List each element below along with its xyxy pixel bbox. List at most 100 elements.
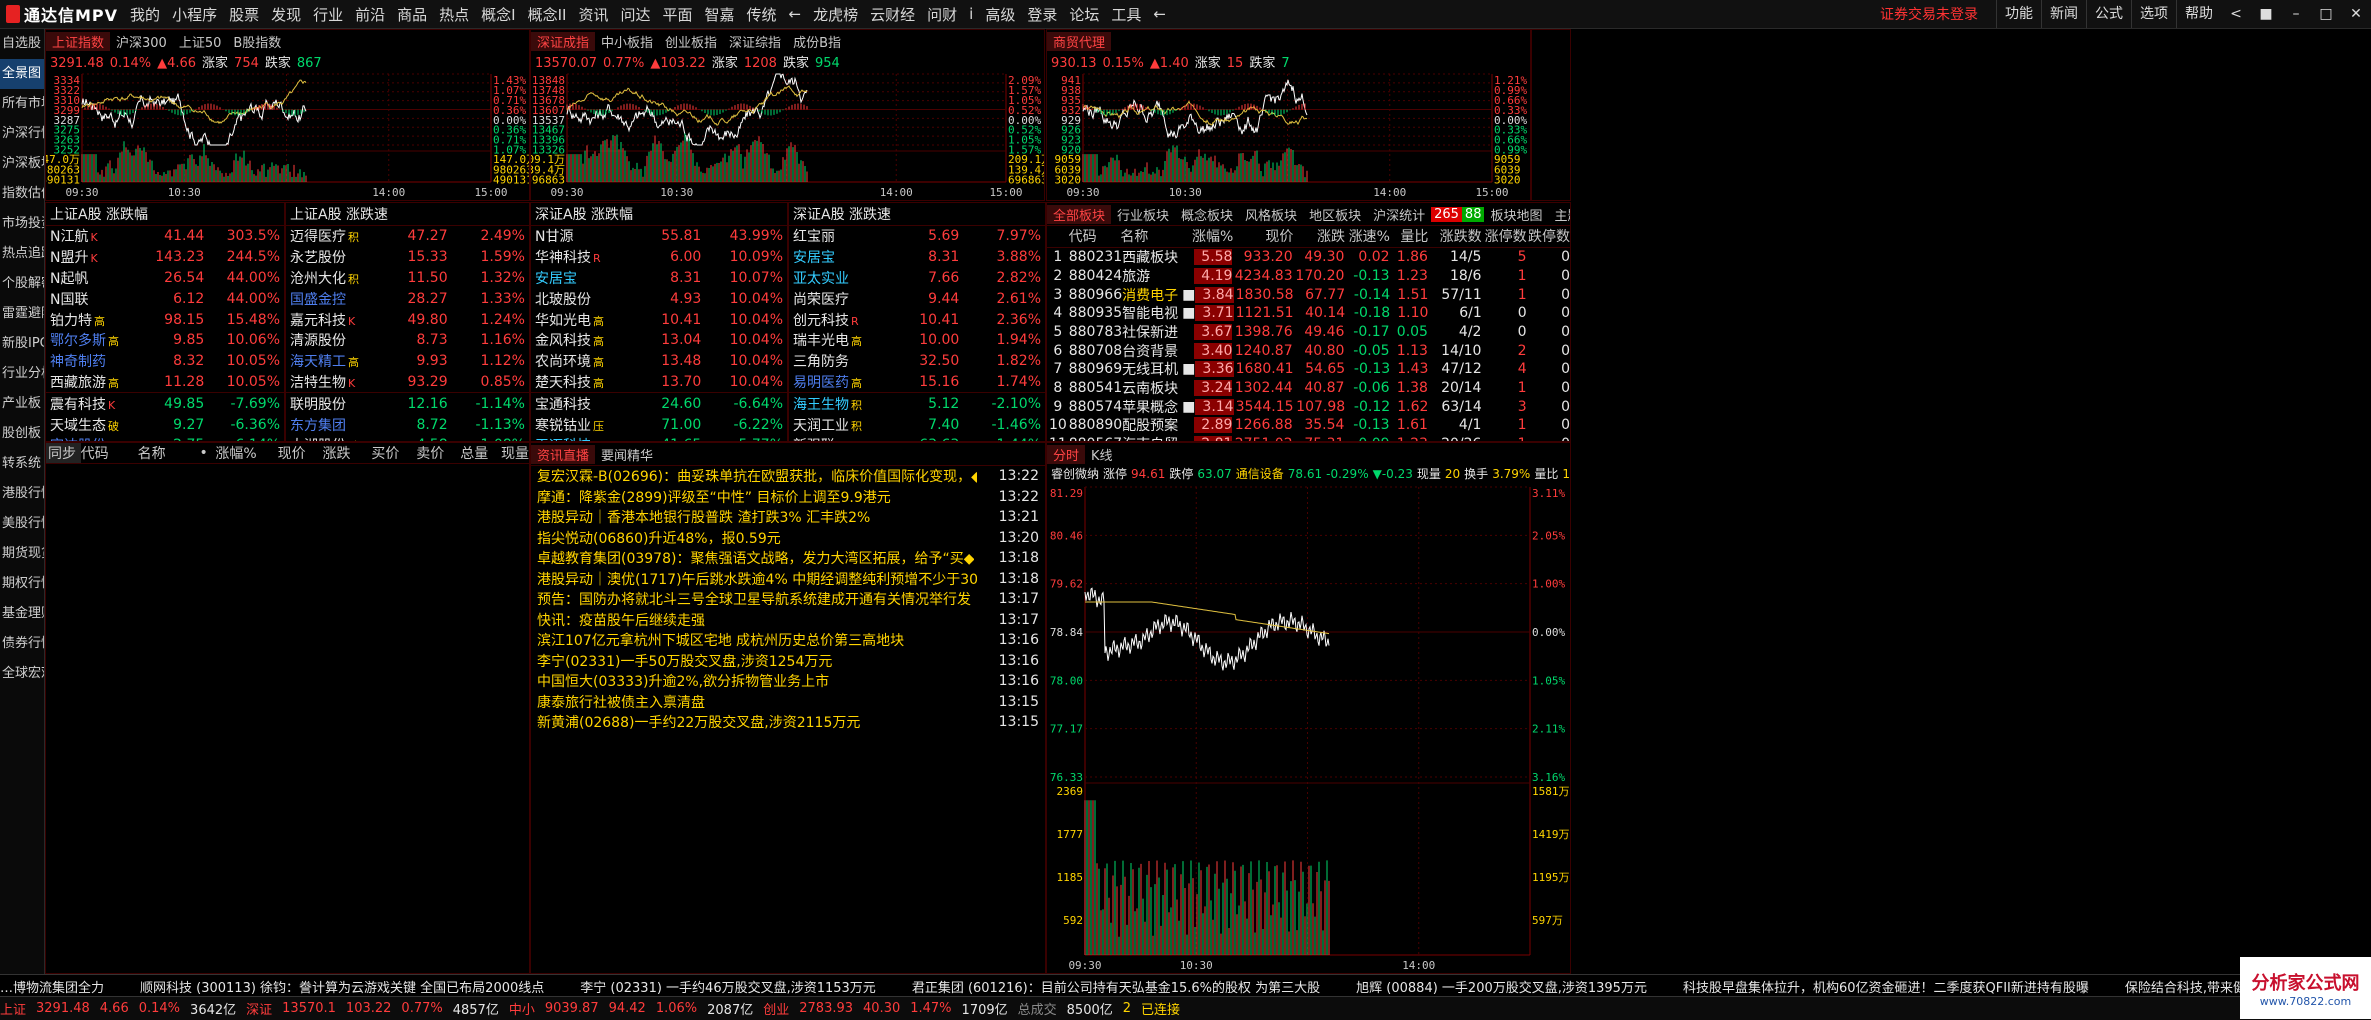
ticker-item[interactable]: 君正集团 (601216)：目前公司持有天弘基金15.6%的股权 为第三大股 [912, 977, 1320, 996]
menu-item-12[interactable]: 平面 [657, 4, 699, 25]
menu-item-16[interactable]: 龙虎榜 [807, 4, 864, 25]
chart-tab-2[interactable]: 上证50 [173, 32, 228, 51]
top-button-3[interactable]: 选项 [2131, 0, 2176, 28]
nav-item-14[interactable]: 转系统 [0, 449, 44, 479]
table-row[interactable]: 11880567海南自贸2.812751.0275.31-0.091.2320/… [1047, 435, 1570, 441]
watch-column-header[interactable]: 涨幅% [208, 443, 256, 463]
nav-item-16[interactable]: 美股行情 [0, 509, 44, 539]
sector-tab-5[interactable]: 沪深统计 [1367, 205, 1431, 224]
watch-column-header[interactable]: 名称 [138, 443, 184, 463]
chart-panel-sh[interactable]: 上证指数 沪深300 上证50 B股指数 3291.48 0.14% ▲4.66 涨家 754 跌… [45, 29, 530, 201]
list-item[interactable]: N盟升 K 143.23 244.5% [46, 247, 284, 268]
nav-item-21[interactable]: 全球宏观 [0, 659, 44, 689]
ticker-item[interactable]: …博物流集团全力 [0, 977, 104, 996]
nav-item-7[interactable]: 热点追踪 [0, 239, 44, 269]
list-item[interactable]: N甘源 55.81 43.99% [531, 226, 787, 247]
sync-tab[interactable]: 同步 [46, 443, 81, 463]
table-row[interactable]: 3 880966 消费电子 ■ 3.84 1830.58 67.77 -0.14 1.51 57/… [1047, 285, 1570, 304]
menu-item-17[interactable]: 云财经 [864, 4, 921, 25]
list-item[interactable]: 沧州大化积 11.50 1.32% [286, 268, 529, 289]
news-item[interactable]: 预告：国防办将就北斗三号全球卫星导航系统建成开通有关情况举行发 13:17 [531, 589, 1045, 610]
login-warning[interactable]: 证券交易未登录 [1880, 4, 1978, 24]
news-item[interactable]: 港股异动｜香港本地银行股普跌 渣打跌3% 汇丰跌2% 13:21 [531, 507, 1045, 528]
menu-item-13[interactable]: 智嘉 [699, 4, 741, 25]
list-item[interactable]: 天迈科技下41.65-5.77% [531, 435, 787, 441]
sector-tab-0[interactable]: 全部板块 [1047, 204, 1112, 224]
menu-item-14[interactable]: 传统 [741, 4, 783, 25]
nav-item-4[interactable]: 沪深板块 [0, 149, 44, 179]
nav-item-11[interactable]: 行业分析 [0, 359, 44, 389]
stop-icon[interactable]: ■ [2253, 3, 2279, 25]
ticker-item[interactable]: 顺网科技 (300113) 徐钧：誊计算为云游戏关键 全国已布局2000线点 [140, 977, 544, 996]
menu-item-4[interactable]: 行业 [307, 4, 349, 25]
news-item[interactable]: 摩通：降紫金(2899)评级至“中性” 目标价上调至9.9港元 13:22 [531, 487, 1045, 508]
sector-tab2-1[interactable]: 主题投资 [1548, 205, 1570, 224]
list-item[interactable]: 天域生态破 9.27 -6.36% [46, 414, 284, 435]
nav-item-13[interactable]: 股创板 [0, 419, 44, 449]
minimize-icon[interactable]: – [2283, 3, 2309, 25]
list-item[interactable]: 铂力特高 98.15 15.48% [46, 309, 284, 330]
menu-item-3[interactable]: 发现 [265, 4, 307, 25]
list-item[interactable]: 寒锐钴业压 71.00 -6.22% [531, 414, 787, 435]
news-item[interactable]: 港股异动｜澳优(1717)午后跳水跌逾4% 中期经调整纯利预增不少于30 13:1… [531, 569, 1045, 590]
list-item[interactable]: 国盛金控 28.27 1.33% [286, 288, 529, 309]
sector-tab-3[interactable]: 风格板块 [1239, 205, 1303, 224]
list-item[interactable]: 红宝丽 5.69 7.97% [789, 226, 1045, 247]
table-row[interactable]: 6 880708 台资背景 3.40 1240.87 40.80 -0.05 1.13 14/1… [1047, 341, 1570, 360]
news-item[interactable]: 滨江107亿元拿杭州下城区宅地 成杭州历史总价第三高地块 13:16 [531, 630, 1045, 651]
menu-item-6[interactable]: 商品 [391, 4, 433, 25]
news-item[interactable]: 新黄浦(02688)一手约22万股交叉盘,涉资2115万元 13:15 [531, 712, 1045, 733]
list-item[interactable]: 震有科技 K 49.85 -7.69% [46, 392, 284, 414]
list-item[interactable]: 西藏旅游高 11.28 10.05% [46, 372, 284, 393]
menu-item-21[interactable]: 登录 [1021, 4, 1063, 25]
watch-column-header[interactable]: 现价 [257, 443, 306, 463]
column-header[interactable]: 涨跌数 [1428, 226, 1482, 246]
close-icon[interactable]: ✕ [2343, 3, 2369, 25]
back-icon[interactable]: < [2223, 3, 2249, 25]
sector-tab-4[interactable]: 地区板块 [1303, 205, 1367, 224]
menu-item-1[interactable]: 小程序 [166, 4, 223, 25]
table-row[interactable]: 2 880424 旅游 4.19 4234.83 170.20 -0.13 1.23 18/6 1… [1047, 266, 1570, 285]
column-header[interactable]: 涨幅% [1192, 226, 1233, 246]
list-item[interactable]: 金风科技高 13.04 10.04% [531, 330, 787, 351]
list-item[interactable]: 尚荣医疗 9.44 2.61% [789, 288, 1045, 309]
list-item[interactable]: 安居宝 8.31 10.07% [531, 268, 787, 289]
watch-column-header[interactable]: 卖价 [399, 443, 444, 463]
column-header[interactable]: 涨停数 [1482, 226, 1527, 246]
list-item[interactable]: 迈得医疗积 47.27 2.49% [286, 226, 529, 247]
list-item[interactable]: 海王生物积 5.12 -2.10% [789, 392, 1045, 414]
watch-column-header[interactable]: 总量 [444, 443, 488, 463]
list-item[interactable]: N起帆 26.54 44.00% [46, 268, 284, 289]
nav-item-19[interactable]: 基金理财 [0, 599, 44, 629]
menu-item-0[interactable]: 我的 [124, 4, 166, 25]
watch-column-header[interactable]: 涨跌 [306, 443, 350, 463]
intraday-chart[interactable]: 9419389359329299269239209059603930201.21… [1047, 72, 1530, 198]
nav-item-17[interactable]: 期货现货 [0, 539, 44, 569]
watch-column-header[interactable]: 现量 [488, 443, 529, 463]
menu-item-9[interactable]: 概念II [522, 4, 573, 25]
column-header[interactable]: 量比 [1390, 226, 1428, 246]
news-item[interactable]: 中国恒大(03333)升逾2%,欲分拆物管业务上市 13:16 [531, 671, 1045, 692]
app-logo[interactable]: 通达信MPV [0, 0, 124, 28]
chart-tab-1[interactable]: 沪深300 [110, 32, 173, 51]
menu-item-2[interactable]: 股票 [223, 4, 265, 25]
menu-item-7[interactable]: 热点 [433, 4, 475, 25]
table-row[interactable]: 10 880890 配股预案 2.89 1266.88 35.54 -0.13 1.61 4/1… [1047, 416, 1570, 435]
list-item[interactable]: 清源股份 8.73 1.16% [286, 330, 529, 351]
watch-column-header[interactable]: • [183, 445, 208, 461]
list-item[interactable]: 创元科技 R 10.41 2.36% [789, 309, 1045, 330]
chart-tab-1[interactable]: 中小板指 [595, 32, 659, 51]
menu-item-18[interactable]: 问财 [921, 4, 963, 25]
chart-tab-0[interactable]: 上证指数 [46, 31, 111, 51]
list-item[interactable]: 天润工业积 7.40 -1.46% [789, 414, 1045, 435]
list-item[interactable]: 永艺股份 15.33 1.59% [286, 247, 529, 268]
chart-tab-3[interactable]: 深证综指 [723, 32, 787, 51]
list-item[interactable]: 楚天科技高 13.70 10.04% [531, 372, 787, 393]
list-item[interactable]: 宝通科技 24.60 -6.64% [531, 392, 787, 414]
sector-tab2-0[interactable]: 板块地图 [1484, 205, 1548, 224]
table-row[interactable]: 5 880783 社保新进 3.67 1398.76 49.46 -0.17 0.05 4/2 0… [1047, 323, 1570, 342]
news-item[interactable]: 康泰旅行社被债主入禀清盘 13:15 [531, 692, 1045, 713]
nav-item-20[interactable]: 债券行情 [0, 629, 44, 659]
maximize-icon[interactable]: □ [2313, 3, 2339, 25]
menu-item-11[interactable]: 问达 [614, 4, 656, 25]
